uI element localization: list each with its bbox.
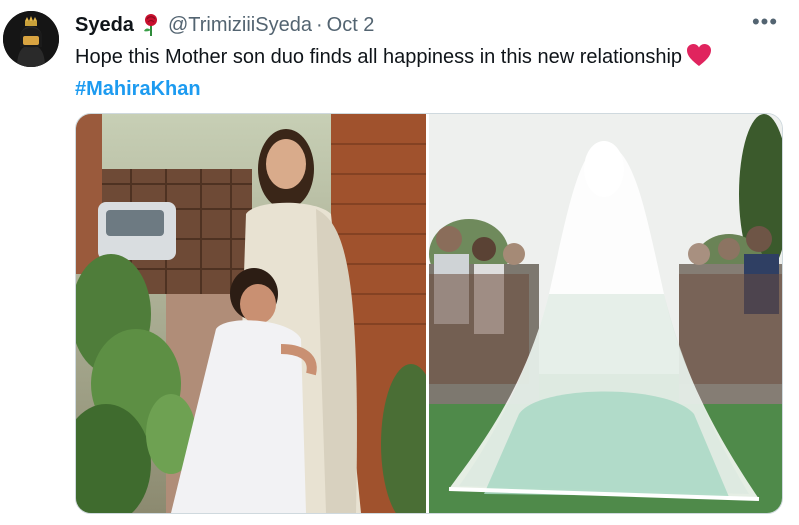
photo-bridal-veil-image [429, 114, 782, 513]
more-icon: ••• [751, 9, 779, 34]
photo-bridal-veil[interactable] [429, 114, 782, 513]
tweet-date[interactable]: Oct 2 [327, 12, 375, 38]
hashtag-link[interactable]: #MahiraKhan [75, 78, 201, 100]
rose-icon [142, 13, 160, 37]
tweet-body: Hope this Mother son duo finds all happi… [75, 46, 683, 68]
photo-mother-son-hug-image [76, 114, 426, 513]
tweet-text: Hope this Mother son duo finds all happi… [75, 43, 775, 103]
red-heart-icon [686, 43, 712, 75]
separator-dot: · [315, 14, 323, 36]
media-grid [75, 113, 783, 514]
photo-mother-son-hug[interactable] [76, 114, 426, 513]
more-options-button[interactable]: ••• [749, 9, 781, 34]
avatar-image [3, 11, 59, 67]
author-name[interactable]: Syeda [75, 12, 134, 38]
avatar[interactable] [3, 11, 59, 67]
tweet-header: Syeda @TrimiziiiSyeda · Oct 2 [75, 12, 374, 38]
author-handle[interactable]: @TrimiziiiSyeda [168, 12, 312, 38]
